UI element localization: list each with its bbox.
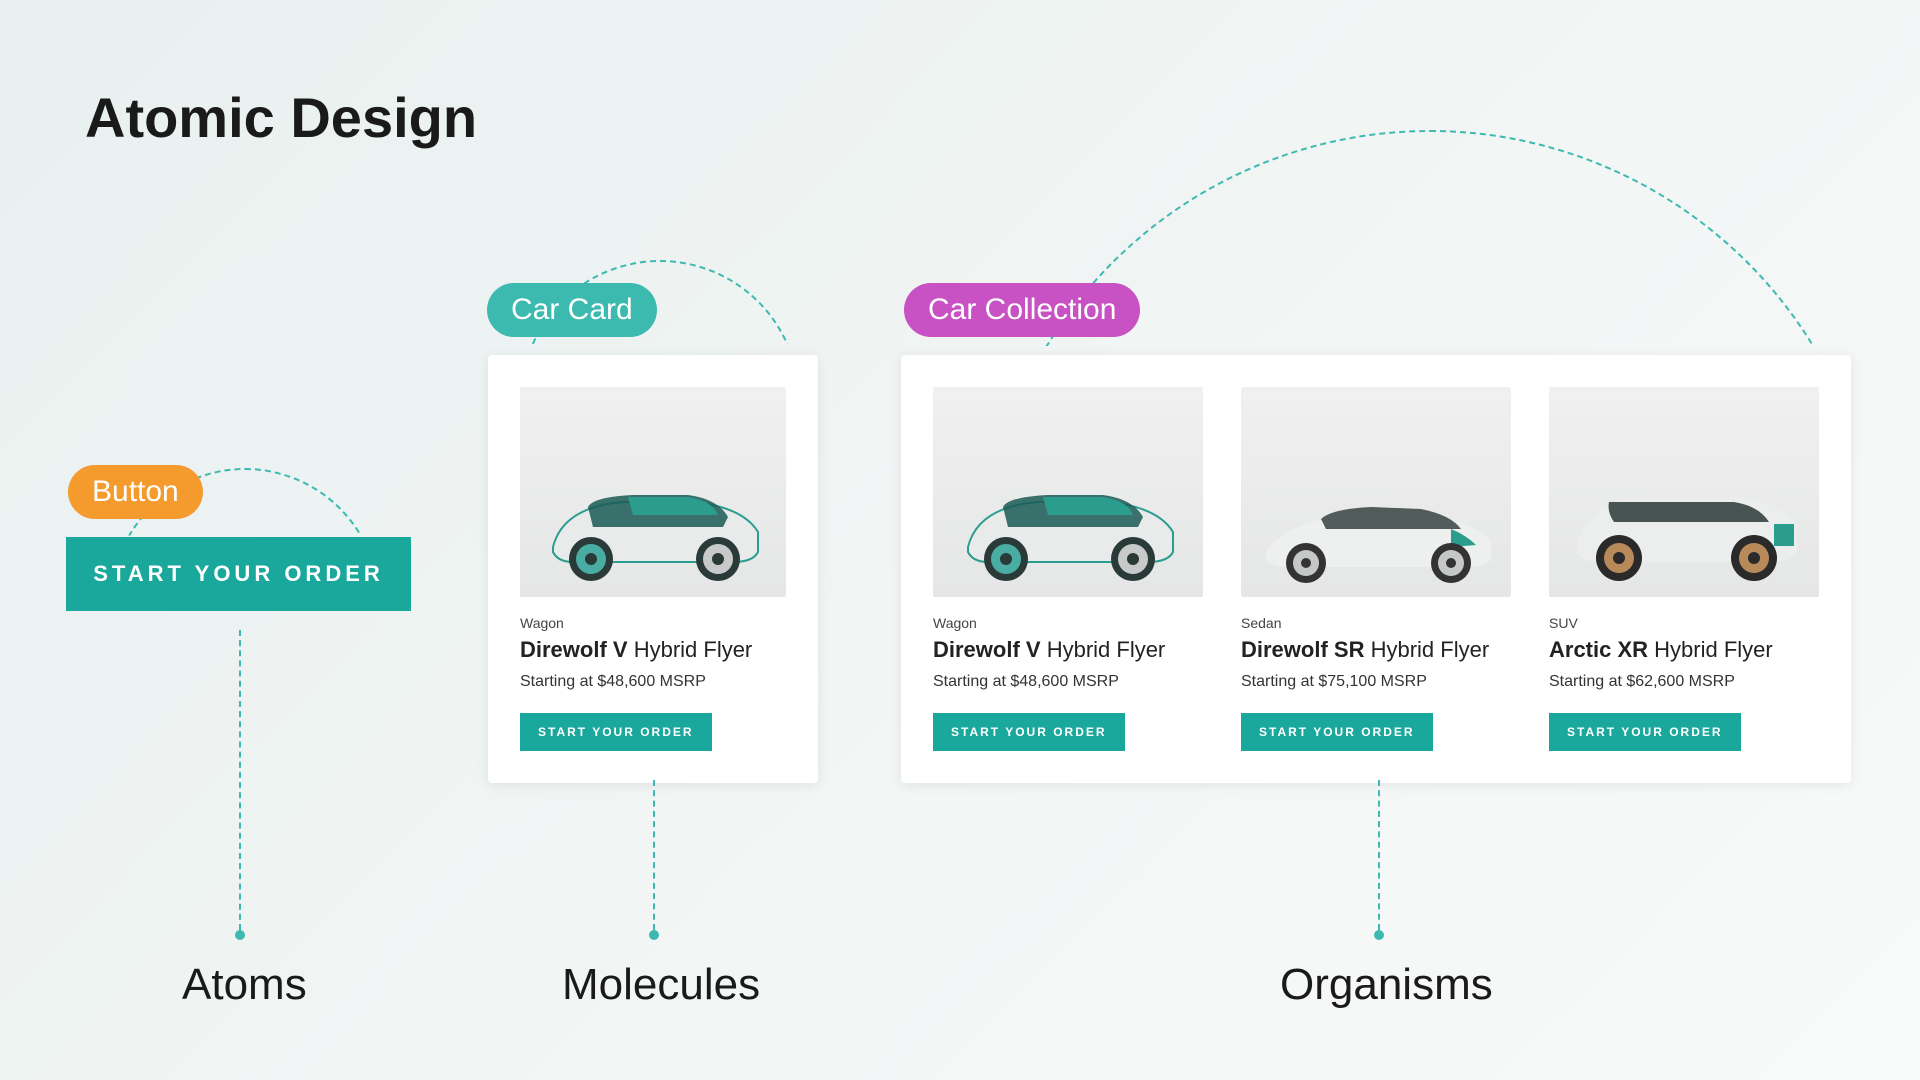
pill-collection: Car Collection <box>904 283 1140 337</box>
pill-card: Car Card <box>487 283 657 337</box>
car-illustration-wagon <box>533 477 773 587</box>
car-image <box>1241 387 1511 597</box>
car-card: Sedan Direwolf SR Hybrid Flyer Starting … <box>1241 387 1511 751</box>
car-type: Wagon <box>933 615 1203 631</box>
car-price: Starting at $62,600 MSRP <box>1549 673 1819 691</box>
connector-line <box>239 630 241 930</box>
start-order-button[interactable]: START YOUR ORDER <box>933 713 1125 751</box>
car-illustration-sedan <box>1251 487 1501 587</box>
car-illustration-wagon <box>948 477 1188 587</box>
section-label-organisms: Organisms <box>1280 960 1493 1010</box>
connector-dot <box>235 930 245 940</box>
car-name: Direwolf SR Hybrid Flyer <box>1241 637 1511 663</box>
car-name: Direwolf V Hybrid Flyer <box>933 637 1203 663</box>
car-collection-organism: Wagon Direwolf V Hybrid Flyer Starting a… <box>901 355 1851 783</box>
start-order-button-atom[interactable]: START YOUR ORDER <box>66 537 411 611</box>
connector-dot <box>1374 930 1384 940</box>
car-type: Wagon <box>520 615 786 631</box>
car-illustration-suv <box>1559 472 1809 587</box>
car-price: Starting at $75,100 MSRP <box>1241 673 1511 691</box>
car-card: SUV Arctic XR Hybrid Flyer Starting at $… <box>1549 387 1819 751</box>
car-type: Sedan <box>1241 615 1511 631</box>
pill-button: Button <box>68 465 203 519</box>
car-name: Direwolf V Hybrid Flyer <box>520 637 786 663</box>
car-image <box>1549 387 1819 597</box>
car-price: Starting at $48,600 MSRP <box>520 673 786 691</box>
start-order-button[interactable]: START YOUR ORDER <box>1241 713 1433 751</box>
car-type: SUV <box>1549 615 1819 631</box>
start-order-button[interactable]: START YOUR ORDER <box>520 713 712 751</box>
section-label-molecules: Molecules <box>562 960 760 1010</box>
car-image <box>520 387 786 597</box>
connector-line <box>1378 780 1380 930</box>
car-name: Arctic XR Hybrid Flyer <box>1549 637 1819 663</box>
car-price: Starting at $48,600 MSRP <box>933 673 1203 691</box>
car-card-molecule: Wagon Direwolf V Hybrid Flyer Starting a… <box>488 355 818 783</box>
connector-dot <box>649 930 659 940</box>
page-title: Atomic Design <box>85 85 477 150</box>
connector-line <box>653 780 655 930</box>
car-image <box>933 387 1203 597</box>
start-order-button[interactable]: START YOUR ORDER <box>1549 713 1741 751</box>
car-card: Wagon Direwolf V Hybrid Flyer Starting a… <box>933 387 1203 751</box>
section-label-atoms: Atoms <box>182 960 307 1010</box>
